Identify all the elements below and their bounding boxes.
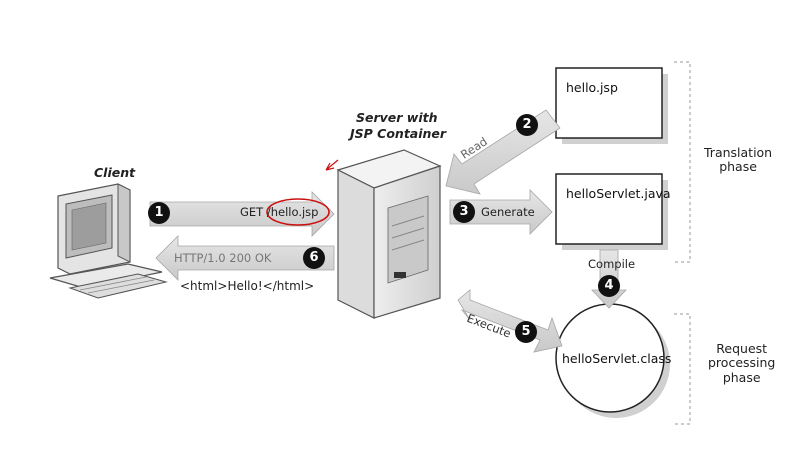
generate-text: Generate (481, 205, 535, 219)
request-phase-label: Request processing phase (708, 341, 776, 385)
http-response-text: HTTP/1.0 200 OK (174, 251, 272, 265)
translation-phase-label: Translation phase (704, 145, 773, 175)
jsp-lifecycle-diagram: Client Server with JSP Container hello.j… (0, 0, 806, 451)
hello-jsp-label: hello.jsp (566, 80, 618, 95)
diagram-canvas (49, 61, 691, 425)
client-computer-icon (49, 183, 168, 299)
step-6-badge: 6 (303, 247, 325, 269)
pointer-mark (325, 159, 339, 171)
step-5-badge: 5 (515, 321, 537, 343)
request-phase-bracket (674, 313, 691, 425)
hello-servlet-java-label: helloServlet.java (566, 186, 671, 201)
step-1-badge: 1 (148, 202, 170, 224)
step-2-badge: 2 (516, 114, 538, 136)
step-3-badge: 3 (453, 201, 475, 223)
server-label-line1: Server with (356, 110, 438, 125)
server-cabinet-icon (336, 149, 442, 319)
get-request-text: GET /hello.jsp (240, 205, 319, 219)
server-label-line2: JSP Container (350, 126, 447, 141)
response-body-text: <html>Hello!</html> (180, 279, 315, 293)
client-label: Client (94, 165, 136, 180)
step-4-badge: 4 (598, 275, 620, 297)
translation-phase-bracket (674, 61, 691, 263)
hello-servlet-class-label: helloServlet.class (562, 351, 672, 366)
compile-label: Compile (588, 257, 636, 271)
